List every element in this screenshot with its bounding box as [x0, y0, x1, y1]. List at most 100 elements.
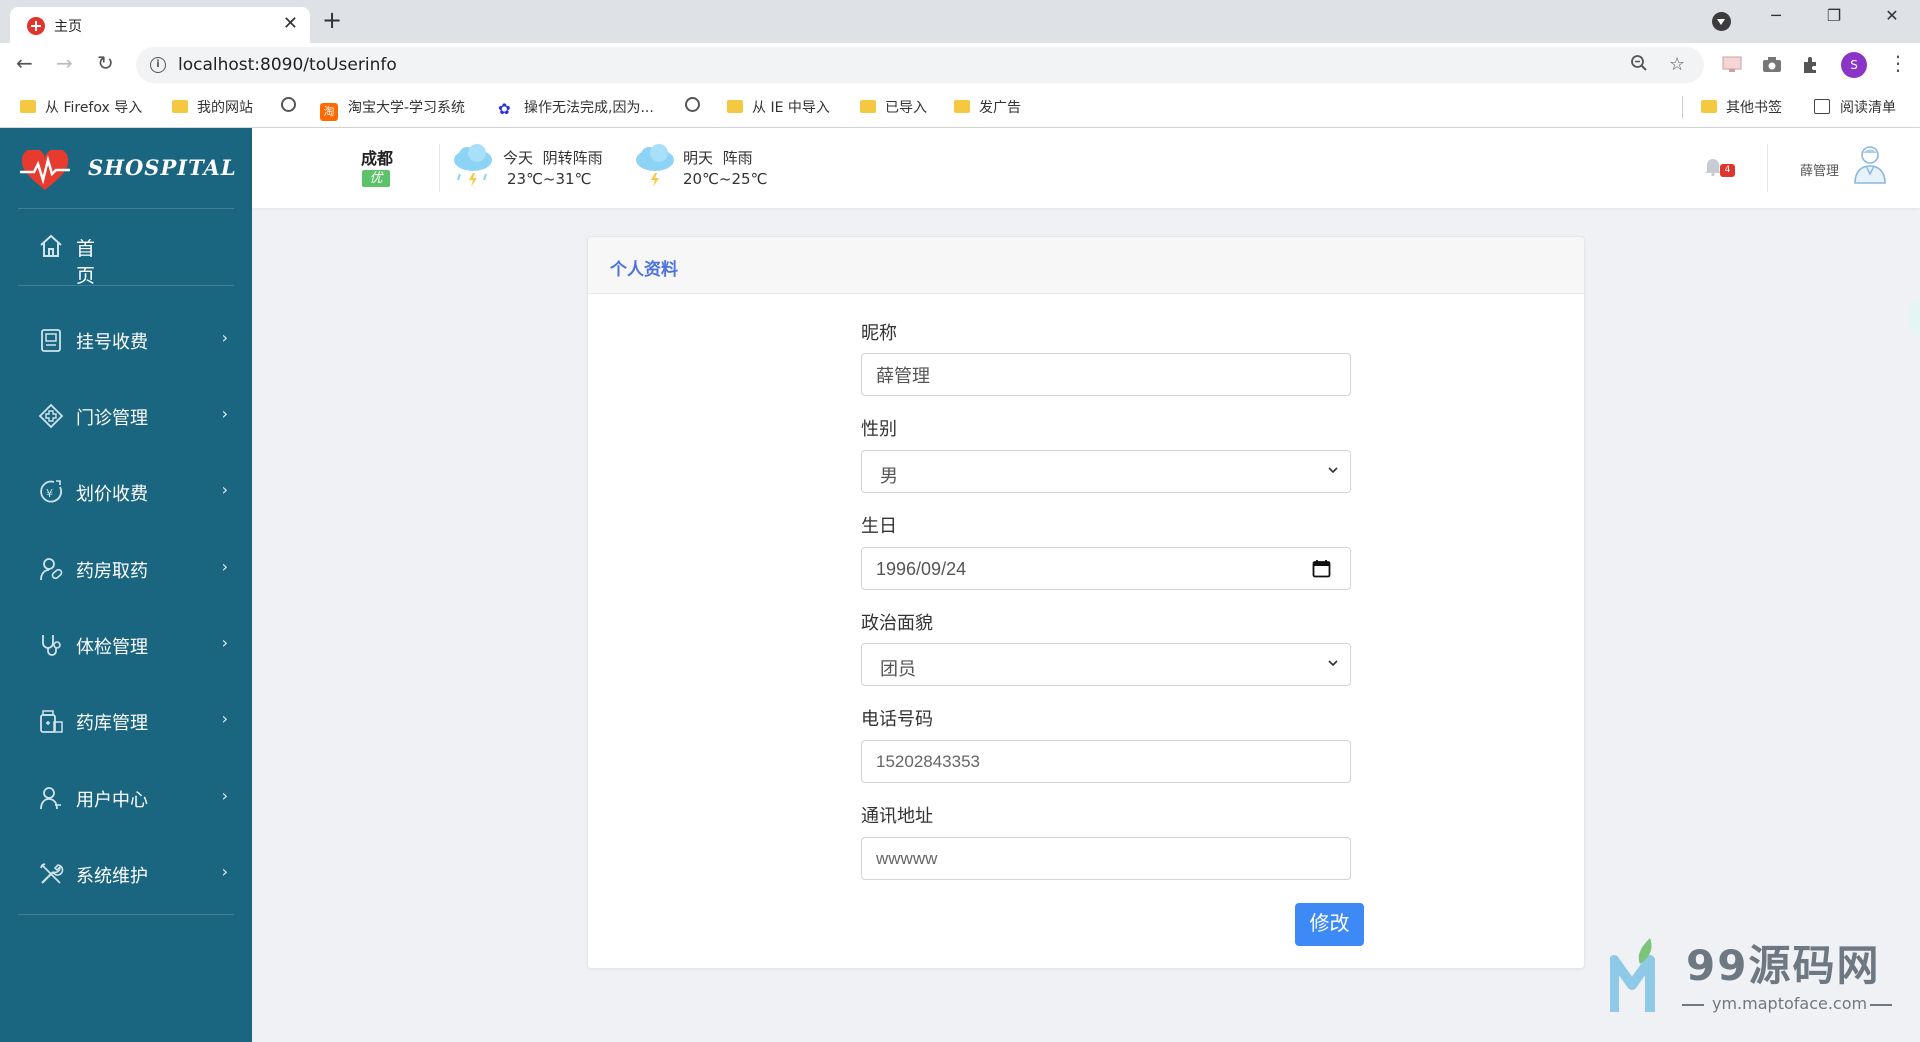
bookmark-baidu[interactable]: ✿ 操作无法完成,因为... [498, 97, 654, 118]
today-weather: 今天 阴转阵雨 [503, 149, 603, 167]
new-tab-button[interactable]: + [322, 6, 342, 34]
other-bookmarks[interactable]: 其他书签 [1701, 97, 1782, 117]
birthday-value: 1996/09/24 [876, 559, 967, 579]
tab-search-icon[interactable] [1712, 12, 1731, 31]
url-text[interactable]: localhost:8090/toUserinfo [178, 55, 397, 75]
bookmark-folder[interactable]: 从 IE 中导入 [727, 97, 830, 117]
bookmark-globe[interactable] [281, 97, 306, 117]
today-temp: 23℃~31℃ [507, 170, 592, 188]
taobao-icon: 淘 [320, 103, 338, 121]
header-divider [439, 144, 440, 192]
folder-icon [20, 100, 36, 113]
sidebar-item-label: 首 页 [76, 238, 96, 287]
address-label: 通讯地址 [861, 806, 933, 827]
chevron-right-icon: › [221, 557, 228, 576]
gender-select[interactable]: 男 [861, 450, 1351, 493]
address-bar[interactable]: i localhost:8090/toUserinfo ☆ [136, 47, 1704, 83]
sidebar-item-user-center[interactable]: 用户中心 › [38, 783, 228, 813]
political-label: 政治面貌 [861, 613, 933, 634]
browser-toolbar: ← → ↻ i localhost:8090/toUserinfo ☆ S ⋮ [0, 43, 1920, 86]
minimize-button[interactable]: ─ [1756, 6, 1796, 25]
sidebar-item-label: 药房取药 [76, 561, 148, 582]
restore-button[interactable]: ❐ [1814, 6, 1854, 25]
nickname-input[interactable] [861, 353, 1351, 396]
reload-button[interactable]: ↻ [97, 51, 114, 75]
notification-badge: 4 [1720, 164, 1735, 177]
sidebar-item-register-fee[interactable]: 挂号收费 › [38, 325, 228, 355]
sidebar-item-label: 药库管理 [76, 713, 148, 734]
phone-input[interactable] [861, 740, 1351, 783]
pharmacy-icon [40, 558, 63, 581]
sidebar-item-pharmacy[interactable]: 药房取药 › [38, 554, 228, 584]
calendar-icon[interactable] [1312, 559, 1331, 578]
browser-tab[interactable]: 主页 ✕ [10, 7, 310, 43]
header-divider [1767, 144, 1768, 192]
bookmark-star-icon[interactable]: ☆ [1669, 54, 1685, 75]
forward-button[interactable]: → [56, 51, 73, 75]
profile-avatar[interactable]: S [1841, 52, 1867, 78]
sidebar-item-label: 划价收费 [76, 484, 148, 505]
close-window-button[interactable]: ✕ [1872, 6, 1912, 25]
sidebar-item-label: 体检管理 [76, 637, 148, 658]
tomorrow-temp: 20℃~25℃ [683, 170, 768, 188]
chevron-right-icon: › [221, 328, 228, 347]
bookmark-folder[interactable]: 发广告 [954, 97, 1021, 117]
sidebar-divider [18, 208, 234, 209]
bookmark-folder[interactable]: 已导入 [860, 97, 927, 117]
reader-extension-icon[interactable] [1722, 56, 1742, 77]
chevron-down-icon [1328, 467, 1338, 474]
screenshot-extension-icon[interactable] [1762, 56, 1782, 78]
card-header: 个人资料 [588, 237, 1584, 294]
app-header: 成都 优 今天 阴转阵雨 23℃~31℃ 明天 阵雨 20℃~25℃ 4 薛管理 [252, 128, 1920, 208]
bookmarks-bar: 从 Firefox 导入 我的网站 淘淘宝大学-学习系统 ✿ 操作无法完成,因为.… [0, 86, 1920, 128]
weather-city: 成都 [361, 149, 394, 168]
sidebar-item-label: 门诊管理 [76, 408, 148, 429]
user-center-icon [40, 787, 61, 810]
reading-list[interactable]: 阅读清单 [1814, 97, 1896, 117]
outpatient-icon [38, 403, 64, 429]
card-title: 个人资料 [610, 260, 678, 280]
bookmark-folder[interactable]: 我的网站 [172, 97, 253, 117]
current-user-name[interactable]: 薛管理 [1800, 160, 1839, 179]
bookmark-folder[interactable]: 从 Firefox 导入 [20, 97, 142, 117]
register-fee-icon [41, 329, 61, 352]
sidebar-item-system[interactable]: 系统维护 › [38, 859, 228, 889]
birthday-date-input[interactable]: 1996/09/24 [861, 547, 1351, 590]
drug-store-icon [40, 710, 63, 733]
baidu-paw-icon: ✿ [498, 100, 511, 118]
tomorrow-weather: 明天 阵雨 [683, 149, 753, 167]
app-sidebar: SHOSPITAL 首 页 挂号收费 › 门诊管理 › ¥ 划价收费 › 药房取… [0, 128, 252, 1042]
site-favicon-icon [27, 17, 45, 35]
gender-value: 男 [880, 466, 898, 487]
modify-button[interactable]: 修改 [1295, 903, 1364, 946]
political-value: 团员 [880, 659, 916, 680]
bookmark-taobao[interactable]: 淘淘宝大学-学习系统 [320, 97, 465, 121]
phone-label: 电话号码 [861, 709, 933, 730]
heart-pulse-logo-icon [20, 150, 70, 190]
back-button[interactable]: ← [16, 51, 33, 75]
bookmark-globe[interactable] [685, 97, 710, 117]
folder-icon [172, 100, 188, 113]
nickname-label: 昵称 [861, 323, 897, 344]
address-input[interactable] [861, 837, 1351, 880]
floating-side-widget[interactable] [1908, 298, 1920, 338]
sidebar-item-label: 挂号收费 [76, 332, 148, 353]
sidebar-item-physical-exam[interactable]: 体检管理 › [38, 630, 228, 660]
political-select[interactable]: 团员 [861, 643, 1351, 686]
sidebar-item-outpatient[interactable]: 门诊管理 › [38, 401, 228, 431]
pricing-fee-icon: ¥ [40, 480, 62, 503]
extensions-puzzle-icon[interactable] [1802, 56, 1820, 79]
birthday-label: 生日 [861, 516, 897, 537]
svg-text:¥: ¥ [46, 487, 53, 500]
sidebar-item-pricing-fee[interactable]: ¥ 划价收费 › [38, 477, 228, 507]
browser-menu-icon[interactable]: ⋮ [1888, 51, 1908, 75]
sidebar-item-drug-store[interactable]: 药库管理 › [38, 706, 228, 736]
tab-close-icon[interactable]: ✕ [283, 13, 298, 34]
zoom-icon[interactable] [1630, 54, 1648, 77]
site-info-icon[interactable]: i [150, 57, 166, 73]
watermark-url: ym.maptoface.com [1712, 994, 1868, 1013]
browser-tabbar: 主页 ✕ + ─ ❐ ✕ [0, 0, 1920, 43]
folder-icon [860, 100, 876, 113]
tools-icon [40, 863, 64, 884]
doctor-avatar-icon[interactable] [1852, 144, 1888, 184]
